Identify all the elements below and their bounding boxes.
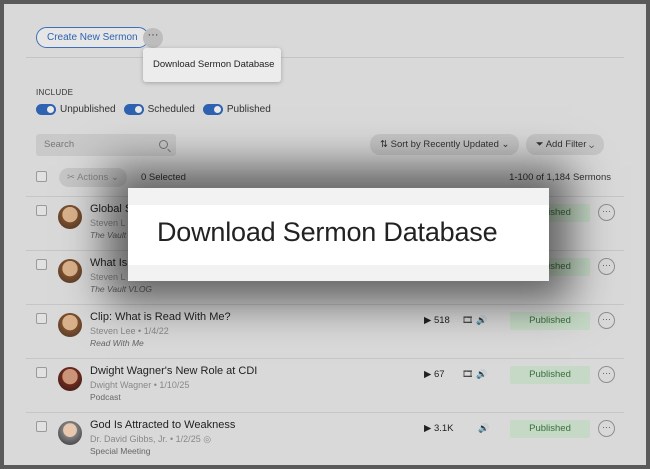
row-more-button[interactable]: ··· [598,312,615,329]
sermon-series: Special Meeting [90,446,151,456]
avatar [58,205,82,229]
avatar [58,421,82,445]
sort-button[interactable]: ⇅ Sort by Recently Updated ⌄ [370,134,520,155]
table-row[interactable]: Dwight Wagner's New Role at CDI Dwight W… [26,358,624,412]
sermon-list-page: Create New Sermon ··· Download Sermon Da… [4,4,646,465]
play-count: ▶ 3.1K [424,423,454,434]
sermon-title[interactable]: Clip: What is Read With Me? [90,311,231,323]
add-filter-label: Add Filter [545,139,587,150]
status-badge: Published [510,366,590,384]
media-icons: 🎞 🔊 [462,369,487,380]
row-more-button[interactable]: ··· [598,420,615,437]
chevron-down-icon: ⌄ [586,139,595,150]
selected-count: 0 Selected [141,172,186,183]
sermon-title[interactable]: Global S [90,203,132,215]
sort-label: Sort by Recently Updated [390,139,499,150]
published-toggle-group[interactable]: Published [202,104,271,115]
play-icon: ▶ [424,315,434,326]
row-checkbox[interactable] [36,205,47,216]
media-icons: 🔊 [478,423,489,434]
audio-icon: 🔊 [475,315,488,325]
sermon-meta: Steven Lee • 1/4/22 [90,326,169,336]
actions-label: Actions [77,172,109,183]
row-more-button[interactable]: ··· [598,204,615,221]
row-checkbox[interactable] [36,259,47,270]
row-checkbox[interactable] [36,367,47,378]
header-divider [26,57,624,58]
status-badge: Published [510,258,590,276]
sort-icon: ⇅ [380,139,391,150]
play-count-value: 67 [433,369,445,380]
sermon-meta: Dwight Wagner • 1/10/25 [90,380,190,390]
table-row[interactable]: Global S Steven L The Vault Published ··… [26,196,624,250]
avatar [58,259,82,283]
status-toggles: Unpublished Scheduled Published [36,104,271,115]
filter-icon: ⏷ [536,139,546,150]
sermon-meta-text: Dr. David Gibbs, Jr. • 1/2/25 [90,434,201,444]
include-label: INCLUDE [36,88,74,97]
unpublished-toggle[interactable] [36,104,56,115]
verified-icon: ◎ [203,434,212,444]
media-icons: 🎞 🔊 [462,315,487,326]
app-frame: Create New Sermon ··· Download Sermon Da… [4,4,646,465]
scheduled-toggle-group[interactable]: Scheduled [123,104,195,115]
play-count-value: 518 [433,315,450,326]
download-database-menu-item[interactable]: Download Sermon Database [143,48,281,82]
table-row[interactable]: What Is Steven L The Vault VLOG Publishe… [26,250,624,304]
select-all-checkbox[interactable] [36,171,47,182]
search-placeholder: Search [44,139,75,150]
published-toggle[interactable] [202,104,223,115]
row-checkbox[interactable] [36,421,47,432]
sermon-meta: Steven L [90,218,126,228]
unpublished-label: Unpublished [60,104,116,115]
sermon-meta: Dr. David Gibbs, Jr. • 1/2/25 ◎ [90,434,211,445]
status-badge: Published [510,312,590,330]
search-input[interactable]: Search [36,134,176,156]
sermon-title[interactable]: Dwight Wagner's New Role at CDI [90,365,257,377]
play-count: ▶ 67 [424,369,445,380]
chevron-down-icon: ⌄ [498,139,510,150]
actions-icon: ✂ [67,172,78,183]
play-icon: ▶ [424,423,434,434]
video-icon: 🎞 [462,315,474,325]
actions-button[interactable]: ✂ Actions ⌄ [59,168,127,187]
audio-icon: 🔊 [475,369,488,379]
more-options-button[interactable]: ··· [143,28,163,48]
create-new-sermon-button[interactable]: Create New Sermon [36,27,149,48]
avatar [58,367,82,391]
table-row[interactable]: Clip: What is Read With Me? Steven Lee •… [26,304,624,358]
avatar [58,313,82,337]
sermon-series: Read With Me [90,338,144,348]
row-more-button[interactable]: ··· [598,366,615,383]
sermon-series: The Vault [90,230,127,240]
sermon-series: The Vault VLOG [90,284,153,294]
sermon-series: Podcast [90,392,121,402]
scheduled-label: Scheduled [147,104,195,115]
status-badge: Published [510,420,590,438]
unpublished-toggle-group[interactable]: Unpublished [36,104,116,115]
sermon-title[interactable]: God Is Attracted to Weakness [90,419,235,431]
play-count: ▶ 518 [424,315,450,326]
search-icon [159,140,168,149]
audio-icon: 🔊 [478,423,490,433]
play-count-value: 3.1K [433,423,454,434]
table-row[interactable]: God Is Attracted to Weakness Dr. David G… [26,412,624,465]
published-label: Published [226,104,271,115]
play-icon: ▶ [424,369,434,380]
scheduled-toggle[interactable] [123,104,144,115]
sermon-meta: Steven L [90,272,126,282]
chevron-down-icon: ⌄ [108,172,119,183]
add-filter-button[interactable]: ⏷ Add Filter ⌄ [526,134,605,155]
status-badge: Published [510,204,590,222]
row-more-button[interactable]: ··· [598,258,615,275]
sermon-count: 1-100 of 1,184 Sermons [509,172,611,183]
row-checkbox[interactable] [36,313,47,324]
video-icon: 🎞 [462,369,474,379]
sermon-title[interactable]: What Is [90,257,127,269]
